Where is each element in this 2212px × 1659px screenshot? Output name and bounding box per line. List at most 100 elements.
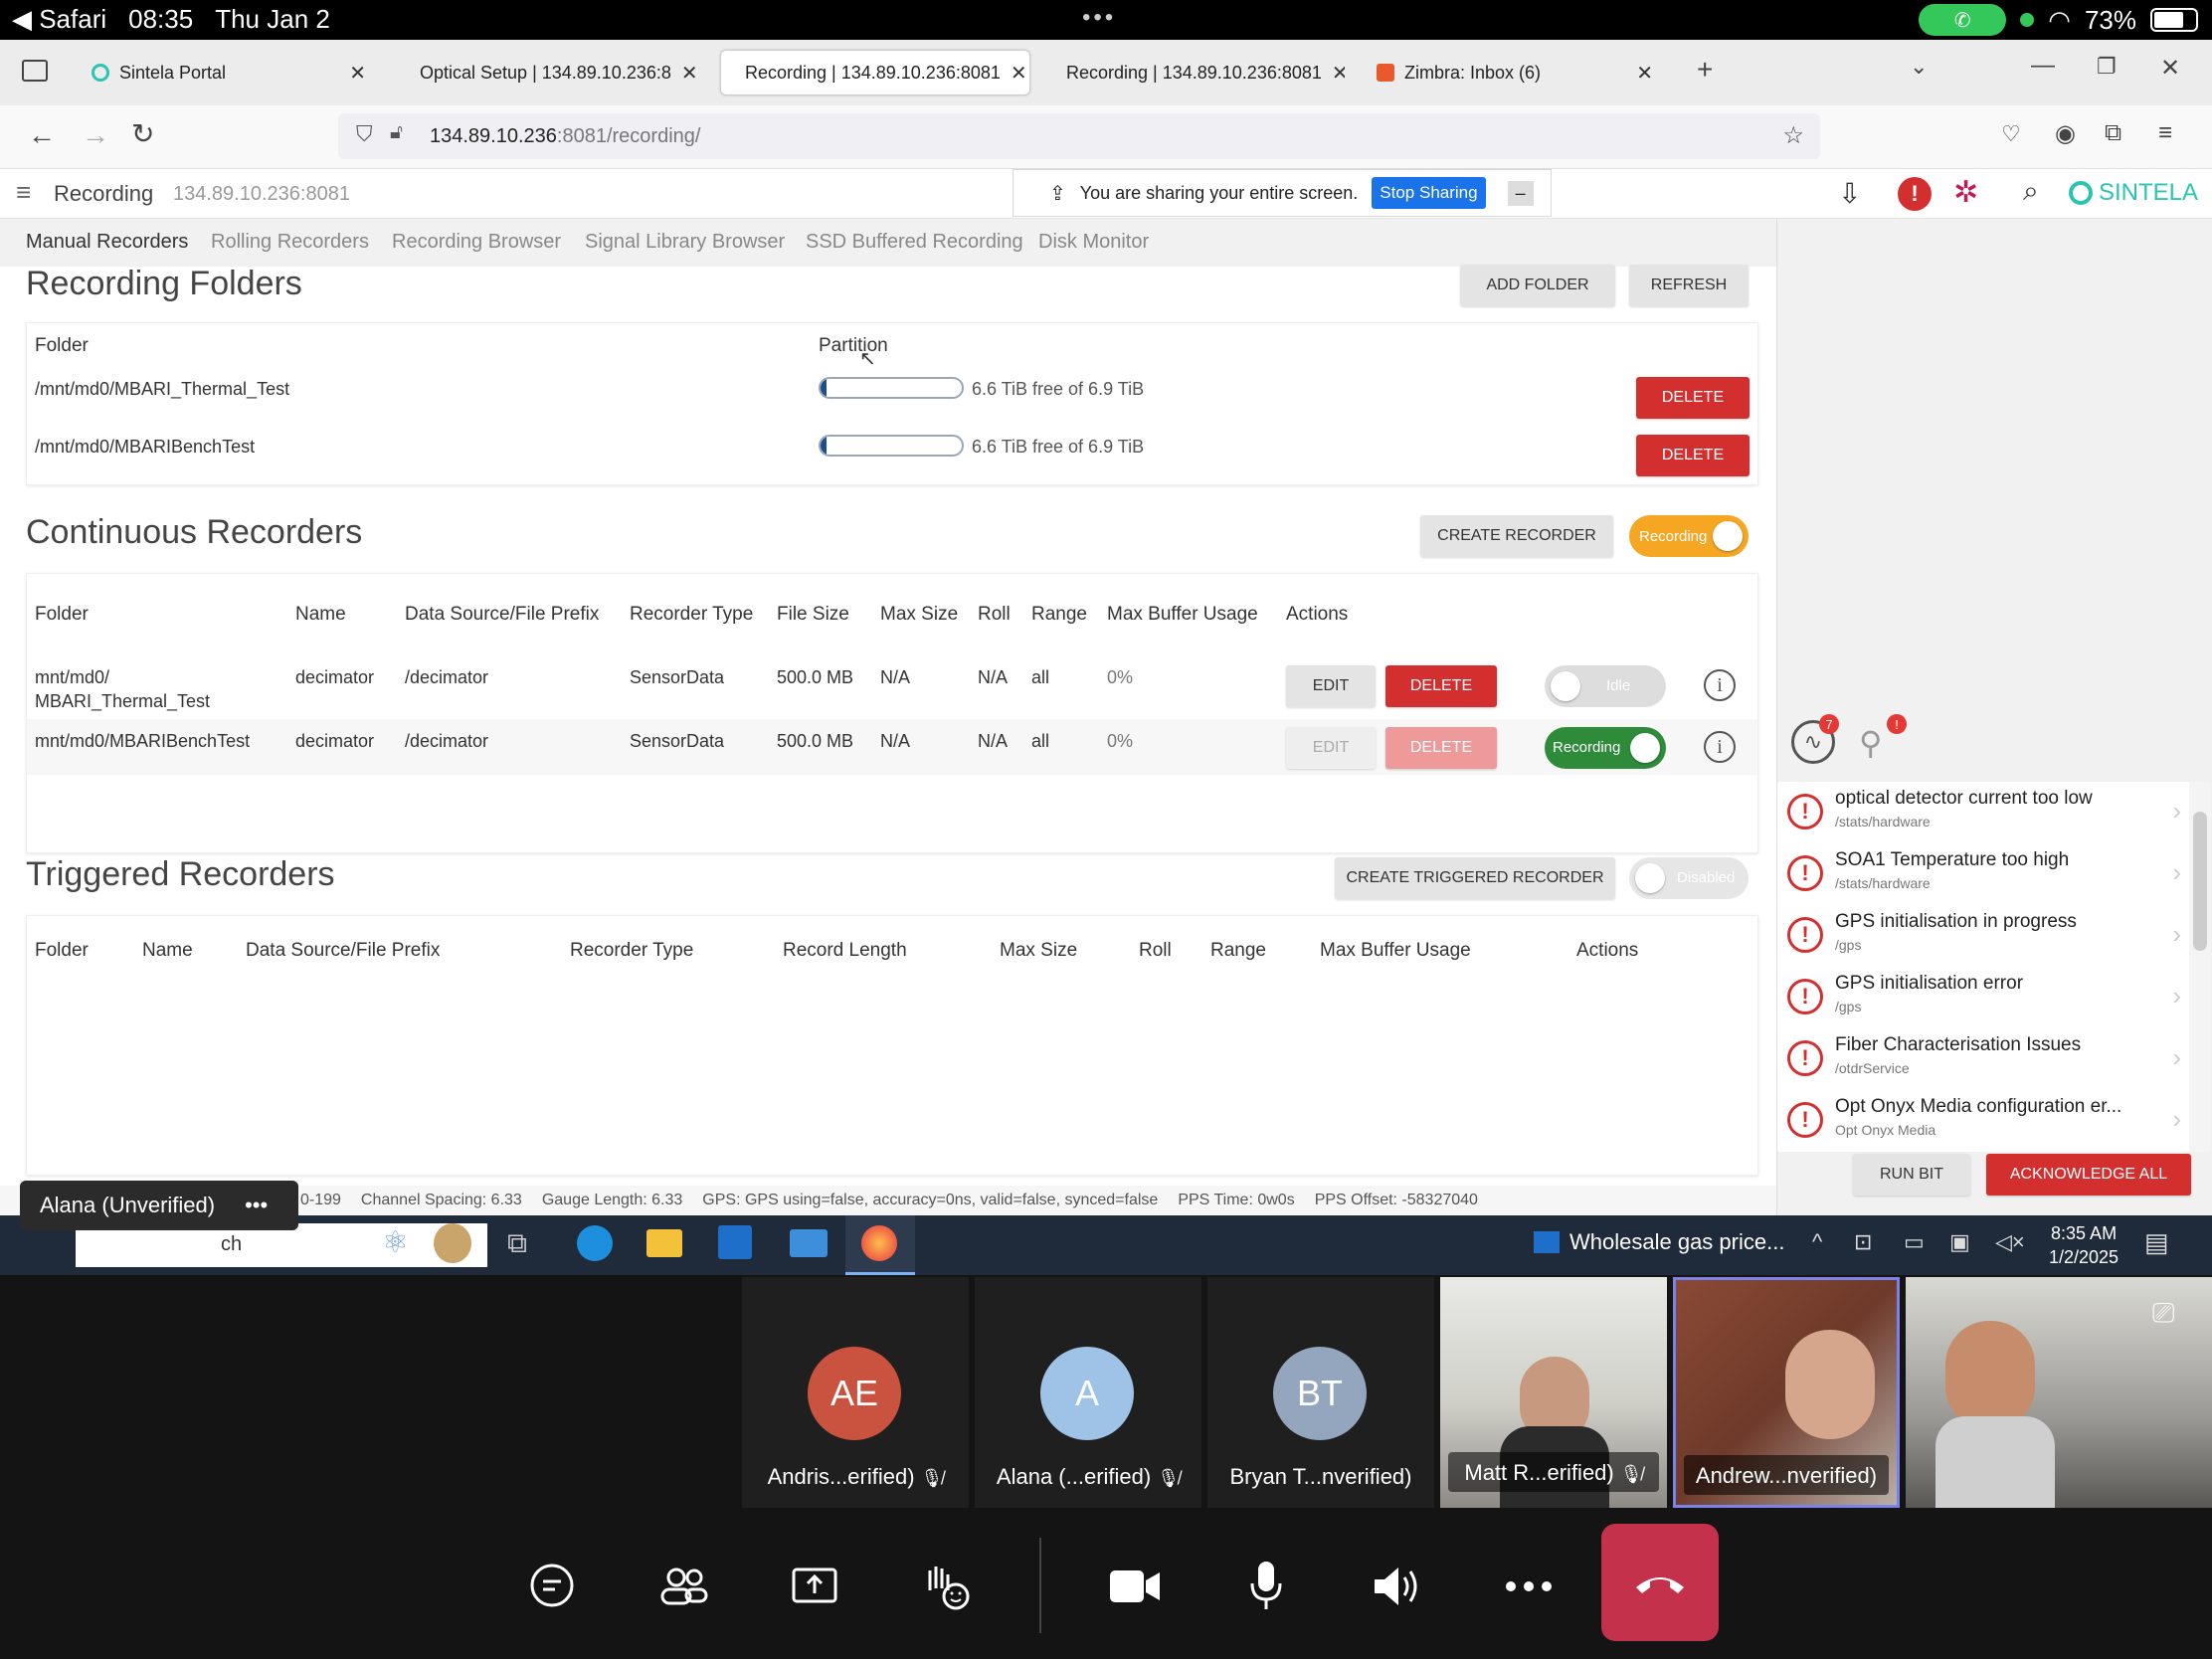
camera-switch-icon[interactable]: ⎚ [2152, 1297, 2174, 1330]
firefox-taskbar-item[interactable] [845, 1215, 915, 1275]
active-call-icon[interactable]: ✆ [1919, 4, 2007, 36]
minimize-icon[interactable]: — [2031, 52, 2055, 80]
hamburger-menu-icon[interactable]: ≡ [16, 177, 31, 208]
list-item[interactable]: ! SOA1 Temperature too high /stats/hardw… [1777, 843, 2189, 905]
add-folder-button[interactable]: ADD FOLDER [1460, 265, 1615, 306]
taskbar-clock[interactable]: 8:35 AM 1/2/2025 [2049, 1221, 2119, 1269]
account-icon[interactable]: ◉ [2055, 119, 2076, 148]
info-icon[interactable]: i [1704, 731, 1736, 763]
presenter-label[interactable]: Alana (Unverified) ••• [20, 1181, 298, 1230]
run-bit-button[interactable]: RUN BIT [1853, 1154, 1970, 1196]
url-bar[interactable]: ⛉ 🔓︎ 134.89.10.236:8081/recording/ ☆ [338, 113, 1820, 159]
tab-zimbra[interactable]: Zimbra: Inbox (6) ✕ [1363, 50, 1667, 95]
list-item[interactable]: ! Fiber Characterisation Issues /otdrSer… [1777, 1028, 2189, 1090]
tab-ssd-buffered-recording[interactable]: SSD Buffered Recording [806, 231, 1023, 254]
back-icon[interactable]: ← [28, 119, 56, 151]
bookmark-star-icon[interactable]: ☆ [1782, 121, 1804, 150]
participant-tile[interactable]: AE Andris...erified) 🎙︎̸ [742, 1277, 969, 1508]
tab-list-chevron-icon[interactable]: ⌄ [1910, 54, 1928, 80]
notification-icon[interactable]: ▤ [2144, 1227, 2169, 1258]
reload-icon[interactable]: ↻ [131, 117, 154, 150]
participant-video-tile-active[interactable]: Andrew...nverified) [1673, 1277, 1900, 1508]
speaker-button[interactable] [1363, 1552, 1432, 1621]
more-options-icon[interactable]: ••• [245, 1193, 268, 1218]
list-item[interactable]: ! GPS initialisation in progress /gps › [1777, 905, 2189, 967]
back-to-app[interactable]: ◀ Safari [12, 4, 106, 35]
share-button[interactable] [780, 1552, 849, 1621]
tab-overview-icon[interactable] [22, 60, 48, 82]
reactions-button[interactable] [911, 1552, 981, 1621]
tray-app-icon[interactable]: ⊡ [1854, 1229, 1872, 1255]
edit-recorder-button[interactable]: EDIT [1286, 665, 1376, 707]
close-icon[interactable]: ✕ [1636, 61, 1653, 86]
tray-chevron-icon[interactable]: ^ [1812, 1229, 1822, 1255]
task-view-icon[interactable]: ⧉ [507, 1227, 527, 1260]
store-icon[interactable] [718, 1225, 752, 1259]
new-tab-icon[interactable]: + [1697, 54, 1713, 86]
close-icon[interactable]: ✕ [1011, 61, 1027, 86]
search-icon[interactable]: ⌕ [2023, 175, 2039, 208]
window-close-icon[interactable]: ✕ [2160, 54, 2180, 83]
list-item[interactable]: ! optical detector current too low /stat… [1777, 782, 2189, 843]
delete-recorder-button[interactable]: DELETE [1385, 665, 1497, 707]
tab-sintela-portal[interactable]: Sintela Portal ✕ [78, 50, 380, 95]
tab-recording-browser[interactable]: Recording Browser [392, 231, 561, 254]
tab-manual-recorders[interactable]: Manual Recorders [26, 231, 188, 254]
chat-button[interactable] [517, 1552, 587, 1621]
restore-icon[interactable]: ❐ [2097, 54, 2117, 80]
create-recorder-button[interactable]: CREATE RECORDER [1420, 515, 1613, 557]
hang-up-button[interactable] [1601, 1524, 1719, 1641]
close-icon[interactable]: ✕ [1332, 61, 1345, 86]
edit-recorder-button[interactable]: EDIT [1286, 727, 1376, 769]
stop-sharing-button[interactable]: Stop Sharing [1372, 177, 1486, 209]
participant-tile[interactable]: BT Bryan T...nverified) [1207, 1277, 1434, 1508]
camera-button[interactable] [1100, 1552, 1170, 1621]
hide-banner-button[interactable]: – [1507, 180, 1534, 206]
mail-icon[interactable] [790, 1229, 828, 1257]
close-icon[interactable]: ✕ [681, 61, 698, 86]
file-explorer-icon[interactable] [646, 1229, 682, 1257]
atom-app-icon[interactable]: ⚛ [382, 1225, 409, 1260]
self-video-tile[interactable]: ⎚ [1906, 1277, 2212, 1508]
close-icon[interactable]: ✕ [349, 61, 366, 86]
participant-video-tile[interactable]: Matt R...erified) 🎙︎̸ [1440, 1277, 1667, 1508]
multitask-dots-icon[interactable]: ••• [1082, 4, 1116, 32]
delete-folder-button[interactable]: DELETE [1636, 435, 1750, 476]
acknowledge-all-button[interactable]: ACKNOWLEDGE ALL [1986, 1154, 2191, 1196]
edge-icon[interactable] [577, 1225, 613, 1261]
recorder-state-toggle[interactable]: Recording [1545, 727, 1666, 769]
recorder-state-toggle[interactable]: Idle [1545, 665, 1666, 707]
network-graph-icon[interactable]: ✲ [1953, 175, 1978, 210]
info-icon[interactable]: i [1704, 669, 1736, 701]
refresh-button[interactable]: REFRESH [1629, 265, 1749, 306]
more-button[interactable] [1494, 1552, 1564, 1621]
create-triggered-recorder-button[interactable]: CREATE TRIGGERED RECORDER [1335, 857, 1615, 899]
tab-optical-setup[interactable]: Optical Setup | 134.89.10.236:8 ✕ [396, 50, 704, 95]
download-icon[interactable]: ⇩ [1838, 177, 1861, 210]
triggered-recording-toggle[interactable]: Disabled [1629, 857, 1749, 899]
alert-list-scrollbar[interactable] [2189, 782, 2211, 1152]
news-widget[interactable]: Wholesale gas price... [1534, 1229, 1784, 1255]
hierarchy-icon[interactable]: ⚲ [1859, 724, 1882, 762]
delete-folder-button[interactable]: DELETE [1636, 377, 1750, 419]
extensions-icon[interactable]: ⧉ [2105, 119, 2121, 147]
tab-signal-library-browser[interactable]: Signal Library Browser [585, 231, 785, 254]
scrollbar-thumb[interactable] [2193, 812, 2207, 951]
alert-icon[interactable]: ! [1898, 177, 1932, 211]
avatar-app-icon[interactable] [434, 1223, 471, 1263]
menu-icon[interactable]: ≡ [2158, 119, 2172, 147]
tab-rolling-recorders[interactable]: Rolling Recorders [211, 231, 369, 254]
tab-recording-active[interactable]: Recording | 134.89.10.236:8081 ✕ [720, 50, 1030, 95]
network-tray-icon[interactable]: ▣ [1949, 1229, 1970, 1255]
delete-recorder-button[interactable]: DELETE [1385, 727, 1497, 769]
people-button[interactable] [648, 1552, 718, 1621]
continuous-recording-toggle[interactable]: Recording [1629, 515, 1749, 557]
tab-disk-monitor[interactable]: Disk Monitor [1038, 231, 1149, 254]
volume-muted-icon[interactable]: ◁× [1995, 1229, 2025, 1255]
list-item[interactable]: ! GPS initialisation error /gps › [1777, 967, 2189, 1028]
pocket-icon[interactable]: ♡ [2001, 121, 2021, 147]
participant-tile[interactable]: A Alana (...erified) 🎙︎̸ [975, 1277, 1201, 1508]
battery-tray-icon[interactable]: ▭ [1904, 1229, 1925, 1255]
tab-recording[interactable]: Recording | 134.89.10.236:8081 ✕ [1042, 50, 1345, 95]
microphone-button[interactable] [1231, 1552, 1301, 1621]
